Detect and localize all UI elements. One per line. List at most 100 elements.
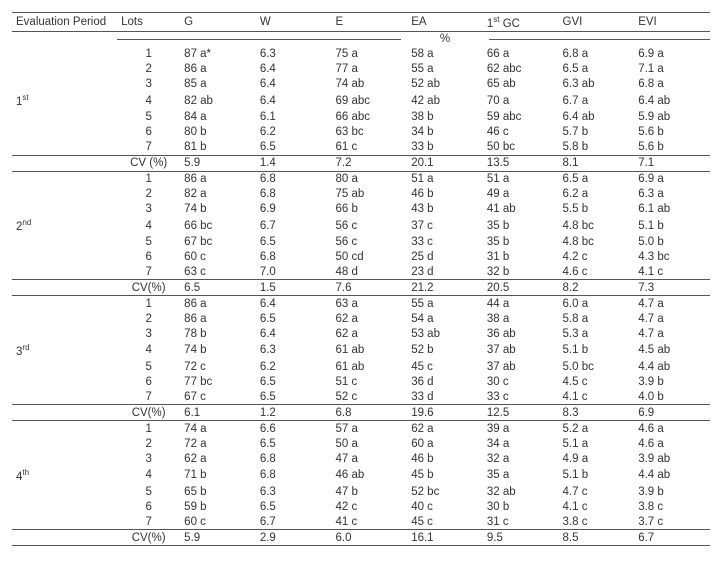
value-cell: 45 c — [407, 359, 483, 374]
table-header: Evaluation Period Lots G W E EA 1st GC G… — [12, 13, 710, 32]
value-cell: 51 a — [483, 171, 559, 187]
value-cell: 4.5 c — [559, 374, 635, 389]
cv-cell: 5.9 — [180, 155, 256, 171]
lot-cell: 5 — [117, 359, 180, 374]
lot-cell: 1 — [117, 421, 180, 437]
value-cell: 6.3 — [256, 484, 332, 499]
value-cell: 42 ab — [407, 92, 483, 110]
value-cell: 30 c — [483, 374, 559, 389]
table-row: 3rd474 b6.361 ab52 b37 ab5.1 b4.5 ab — [12, 341, 710, 359]
value-cell: 62 abc — [483, 62, 559, 77]
lot-cell: 5 — [117, 234, 180, 249]
header-lots: Lots — [117, 13, 180, 32]
table-row: 378 b6.462 a53 ab36 ab5.3 a4.7 a — [12, 326, 710, 341]
value-cell: 33 c — [483, 389, 559, 405]
cv-cell: 6.1 — [180, 405, 256, 421]
cv-cell: 1.5 — [256, 280, 332, 296]
cv-cell: 6.9 — [634, 405, 710, 421]
lot-cell: 6 — [117, 249, 180, 264]
lot-cell: 6 — [117, 499, 180, 514]
value-cell: 4.1 c — [559, 389, 635, 405]
value-cell: 74 ab — [332, 77, 408, 92]
value-cell: 66 b — [332, 202, 408, 217]
value-cell: 47 a — [332, 451, 408, 466]
value-cell: 75 a — [332, 47, 408, 62]
value-cell: 6.5 — [256, 311, 332, 326]
cv-cell: 8.1 — [559, 155, 635, 171]
table-row: 1st482 ab6.469 abc42 ab70 a6.7 a6.4 ab — [12, 92, 710, 110]
value-cell: 78 b — [180, 326, 256, 341]
table-row: 781 b6.561 c33 b50 bc5.8 b5.6 b — [12, 140, 710, 156]
table-row: 174 a6.657 a62 a39 a5.2 a4.6 a — [12, 421, 710, 437]
value-cell: 74 b — [180, 341, 256, 359]
value-cell: 6.3 a — [634, 187, 710, 202]
period-label: 2nd — [12, 217, 117, 235]
value-cell: 4.0 b — [634, 389, 710, 405]
cv-cell: 7.1 — [634, 155, 710, 171]
cv-cell: 8.5 — [559, 530, 635, 546]
value-cell: 6.4 — [256, 77, 332, 92]
value-cell: 46 b — [407, 187, 483, 202]
value-cell: 60 c — [180, 249, 256, 264]
table-row: 659 b6.542 c40 c30 b4.1 c3.8 c — [12, 499, 710, 514]
table-row: 760 c6.741 c45 c31 c3.8 c3.7 c — [12, 514, 710, 530]
value-cell: 6.4 — [256, 92, 332, 110]
value-cell: 85 a — [180, 77, 256, 92]
value-cell: 4.6 a — [634, 436, 710, 451]
value-cell: 5.2 a — [559, 421, 635, 437]
cv-cell: 7.6 — [332, 280, 408, 296]
value-cell: 5.7 b — [559, 125, 635, 140]
value-cell: 36 d — [407, 374, 483, 389]
value-cell: 52 ab — [407, 77, 483, 92]
table-row: 286 a6.477 a55 a62 abc6.5 a7.1 a — [12, 62, 710, 77]
value-cell: 5.8 b — [559, 140, 635, 156]
value-cell: 61 c — [332, 140, 408, 156]
lot-cell: 4 — [117, 217, 180, 235]
value-cell: 38 b — [407, 110, 483, 125]
value-cell: 5.1 b — [634, 217, 710, 235]
value-cell: 32 a — [483, 451, 559, 466]
value-cell: 5.8 a — [559, 311, 635, 326]
value-cell: 56 c — [332, 217, 408, 235]
value-cell: 5.0 bc — [559, 359, 635, 374]
value-cell: 67 c — [180, 389, 256, 405]
value-cell: 52 bc — [407, 484, 483, 499]
value-cell: 4.3 bc — [634, 249, 710, 264]
value-cell: 82 ab — [180, 92, 256, 110]
value-cell: 6.9 a — [634, 47, 710, 62]
value-cell: 49 a — [483, 187, 559, 202]
table-row: 186 a6.463 a55 a44 a6.0 a4.7 a — [12, 296, 710, 312]
value-cell: 4.7 a — [634, 296, 710, 312]
cv-cell: 6.5 — [180, 280, 256, 296]
value-cell: 23 d — [407, 264, 483, 280]
lot-cell: 2 — [117, 311, 180, 326]
table-row: 567 bc6.556 c33 c35 b4.8 bc5.0 b — [12, 234, 710, 249]
value-cell: 63 c — [180, 264, 256, 280]
value-cell: 80 a — [332, 171, 408, 187]
value-cell: 37 c — [407, 217, 483, 235]
cv-cell: 1.2 — [256, 405, 332, 421]
table-row: 2nd466 bc6.756 c37 c35 b4.8 bc5.1 b — [12, 217, 710, 235]
header-period: Evaluation Period — [12, 13, 117, 32]
value-cell: 6.2 — [256, 125, 332, 140]
value-cell: 33 c — [407, 234, 483, 249]
value-cell: 6.8 — [256, 451, 332, 466]
lot-cell: 1 — [117, 47, 180, 62]
value-cell: 45 b — [407, 466, 483, 484]
value-cell: 4.2 c — [559, 249, 635, 264]
value-cell: 6.8 — [256, 187, 332, 202]
value-cell: 4.6 c — [559, 264, 635, 280]
value-cell: 6.8 — [256, 249, 332, 264]
value-cell: 65 ab — [483, 77, 559, 92]
value-cell: 34 a — [483, 436, 559, 451]
cv-cell: 20.5 — [483, 280, 559, 296]
value-cell: 6.5 — [256, 140, 332, 156]
value-cell: 66 abc — [332, 110, 408, 125]
value-cell: 81 b — [180, 140, 256, 156]
value-cell: 6.2 — [256, 359, 332, 374]
value-cell: 33 d — [407, 389, 483, 405]
value-cell: 5.3 a — [559, 326, 635, 341]
value-cell: 3.9 b — [634, 484, 710, 499]
value-cell: 52 b — [407, 341, 483, 359]
table-row: 362 a6.847 a46 b32 a4.9 a3.9 ab — [12, 451, 710, 466]
